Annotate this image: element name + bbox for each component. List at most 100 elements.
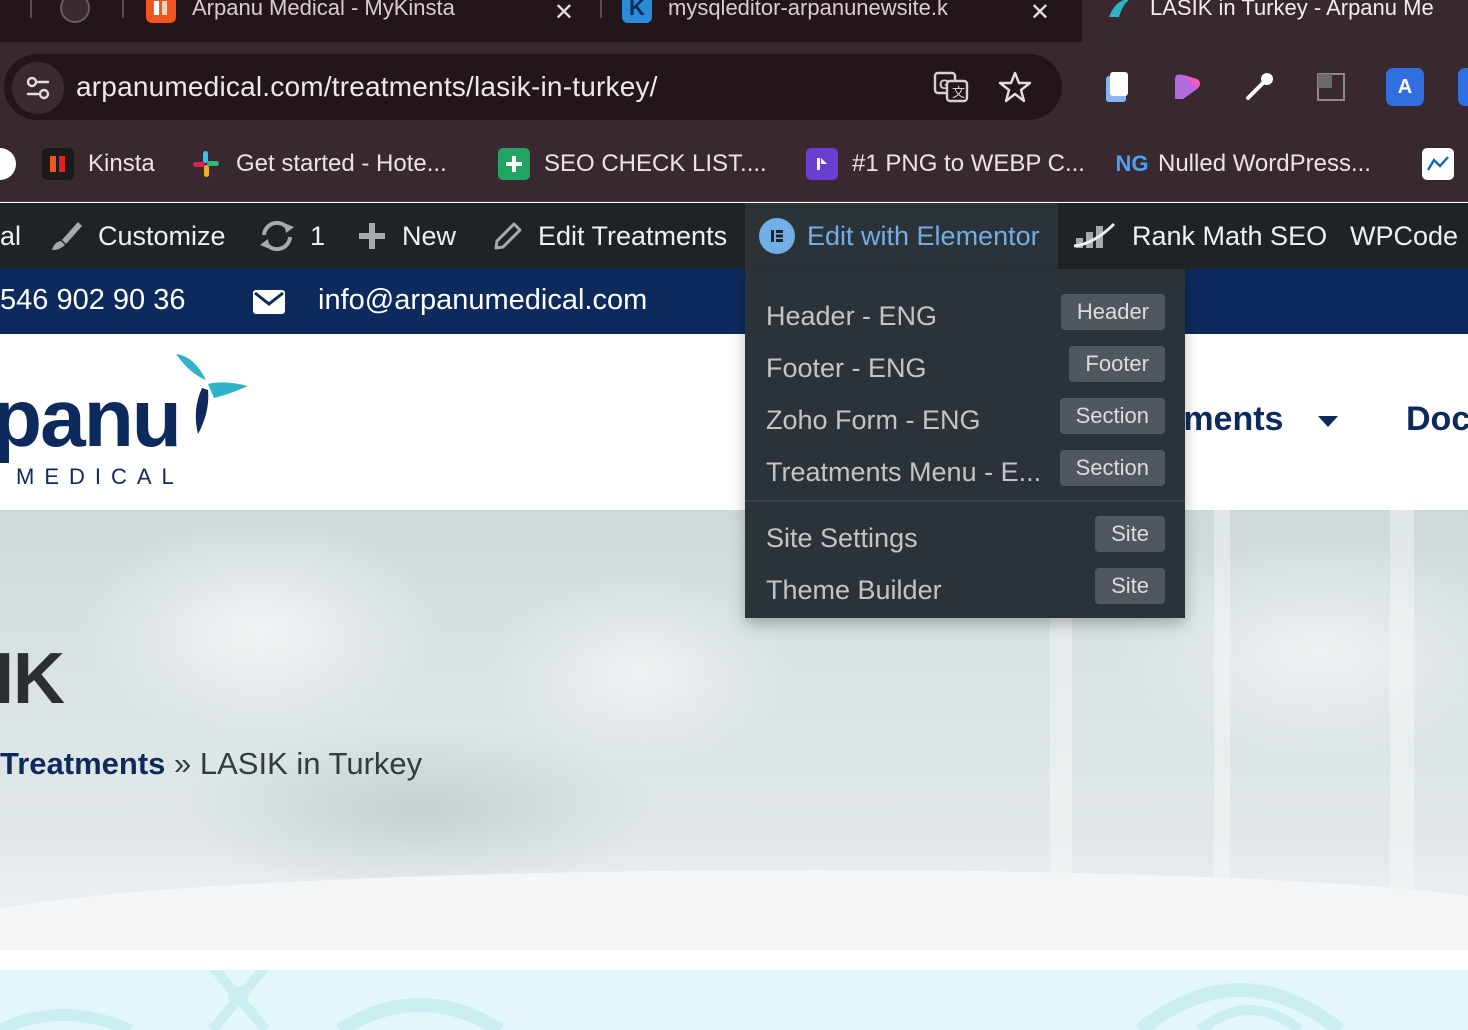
menu-item-label: Site Settings — [766, 523, 918, 553]
hero-background-detail — [1390, 510, 1414, 910]
bookmark-png-webp[interactable]: #1 PNG to WEBP C... — [806, 146, 1085, 182]
bookmark-label: Nulled WordPress... — [1158, 150, 1371, 177]
admin-bar-edit-treatments[interactable]: Edit Treatments — [492, 203, 727, 269]
next-section — [0, 970, 1468, 1030]
chevron-down-icon[interactable] — [1318, 416, 1338, 427]
decorative-pattern-icon — [0, 970, 1345, 1030]
bookmark-label: Kinsta — [88, 150, 155, 177]
menu-item-theme-builder[interactable]: Theme Builder Site — [745, 563, 1185, 615]
tab-mykinsta[interactable]: Arpanu Medical - MyKinsta ✕ — [146, 0, 586, 38]
pencil-icon — [492, 220, 524, 252]
wp-admin-bar: al Customize 1 New Edit Treatments Edit … — [0, 203, 1468, 269]
admin-bar-customize[interactable]: Customize — [48, 203, 226, 269]
phone-number[interactable]: 546 902 90 36 — [0, 284, 185, 317]
updates-count: 1 — [310, 220, 326, 251]
font-extension-icon[interactable]: A — [1386, 68, 1424, 106]
tab-title: mysqleditor-arpanunewsite.k — [668, 0, 949, 20]
eyedropper-icon[interactable] — [1240, 68, 1278, 106]
bookmark-slack[interactable]: Get started - Hote... — [190, 146, 447, 182]
bookmark-star-icon[interactable] — [996, 68, 1034, 106]
tab-partial-icon[interactable] — [60, 0, 100, 38]
paintbrush-icon — [48, 218, 84, 254]
kinsta-icon — [42, 148, 74, 180]
arpanu-icon — [1104, 0, 1134, 23]
site-contact-bar: 546 902 90 36 info@arpanumedical.com — [0, 269, 1468, 334]
section-gap — [0, 950, 1468, 970]
site-header: panu MEDICAL tments Doc — [0, 334, 1468, 510]
extension-shape-icon[interactable] — [1168, 68, 1206, 106]
page-hero: IK Treatments » LASIK in Turkey — [0, 510, 1468, 950]
plus-icon — [356, 220, 388, 252]
new-label: New — [402, 220, 457, 251]
tab-mysqleditor[interactable]: K mysqleditor-arpanunewsite.k ✕ — [622, 0, 1062, 38]
menu-item-treatments-menu[interactable]: Treatments Menu - E... Section — [745, 445, 1185, 497]
admin-bar-wpcode[interactable]: WPCode — [1350, 203, 1458, 269]
chart-icon — [1422, 148, 1454, 180]
converter-icon — [806, 148, 838, 180]
bookmark-seo-checklist[interactable]: SEO CHECK LIST.... — [498, 146, 767, 182]
menu-item-footer-eng[interactable]: Footer - ENG Footer — [745, 341, 1185, 393]
bookmark-nulled-wordpress[interactable]: NG Nulled WordPress... — [1114, 146, 1371, 182]
breadcrumb-link-treatments[interactable]: Treatments — [0, 746, 165, 781]
envelope-icon — [252, 289, 286, 320]
tab-separator — [30, 0, 32, 18]
nav-treatments[interactable]: tments — [1172, 400, 1283, 439]
bookmark-label: #1 PNG to WEBP C... — [852, 150, 1085, 177]
admin-bar-updates[interactable]: 1 — [258, 203, 325, 269]
bookmark-kinsta[interactable]: Kinsta — [42, 146, 155, 182]
svg-text:文: 文 — [952, 86, 965, 101]
menu-item-site-settings[interactable]: Site Settings Site — [745, 511, 1185, 563]
loading-icon — [60, 0, 90, 23]
template-type-badge: Section — [1059, 398, 1165, 434]
url-text[interactable]: arpanumedical.com/treatments/lasik-in-tu… — [76, 71, 658, 103]
edit-with-elementor-label: Edit with Elementor — [807, 220, 1040, 251]
breadcrumb: Treatments » LASIK in Turkey — [0, 746, 422, 782]
close-tab-icon[interactable]: ✕ — [1030, 0, 1050, 27]
admin-bar-new[interactable]: New — [356, 203, 456, 269]
menu-item-label: Treatments Menu - E... — [766, 457, 1042, 487]
bookmark-analytics[interactable] — [1422, 146, 1468, 182]
extension-docs-icon[interactable] — [1098, 68, 1136, 106]
breadcrumb-separator: » — [165, 746, 200, 781]
kinsta-icon — [146, 0, 176, 23]
customize-label: Customize — [98, 220, 226, 251]
site-name-label: al — [0, 220, 22, 251]
menu-item-header-eng[interactable]: Header - ENG Header — [745, 289, 1185, 341]
admin-bar-edit-with-elementor[interactable]: Edit with Elementor — [745, 203, 1058, 269]
logo-subtitle: MEDICAL — [16, 464, 184, 489]
site-badge: Site — [1095, 568, 1165, 604]
extension-partial-icon[interactable] — [1458, 68, 1468, 106]
browser-toolbar: arpanumedical.com/treatments/lasik-in-tu… — [0, 42, 1468, 128]
menu-item-label: Header - ENG — [766, 301, 938, 331]
rank-math-icon — [1072, 220, 1118, 252]
tab-lasik[interactable]: LASIK in Turkey - Arpanu Me — [1104, 0, 1468, 38]
ruler-extension-icon[interactable] — [1312, 68, 1350, 106]
nav-doctors[interactable]: Doc — [1406, 400, 1468, 439]
hero-background-detail — [1214, 510, 1230, 910]
menu-item-zoho-form-eng[interactable]: Zoho Form - ENG Section — [745, 393, 1185, 445]
template-type-badge: Footer — [1069, 346, 1165, 382]
wpcode-label: WPCode — [1350, 220, 1459, 251]
site-info-button[interactable] — [12, 62, 64, 114]
menu-divider — [745, 500, 1185, 502]
bookmark-partial[interactable] — [0, 146, 30, 182]
menu-item-label: Theme Builder — [766, 575, 942, 605]
address-bar[interactable]: arpanumedical.com/treatments/lasik-in-tu… — [4, 54, 1062, 120]
menu-item-label: Footer - ENG — [766, 353, 927, 383]
site-badge: Site — [1095, 516, 1165, 552]
elementor-dropdown-menu: Header - ENG Header Footer - ENG Footer … — [745, 269, 1185, 618]
elementor-icon — [759, 218, 795, 254]
edit-treatments-label: Edit Treatments — [538, 220, 728, 251]
admin-bar-site-name[interactable]: al — [0, 203, 21, 269]
bookmarks-bar: Kinsta Get started - Hote... SEO CHECK L… — [0, 128, 1468, 202]
sheets-icon — [498, 148, 530, 180]
admin-bar-rank-math[interactable]: Rank Math SEO — [1072, 203, 1327, 269]
menu-item-label: Zoho Form - ENG — [766, 405, 981, 435]
tab-separator — [600, 0, 602, 18]
tab-title: Arpanu Medical - MyKinsta — [192, 0, 455, 20]
template-type-badge: Header — [1060, 294, 1165, 330]
close-tab-icon[interactable]: ✕ — [554, 0, 574, 27]
translate-icon[interactable]: G 文 — [932, 68, 970, 106]
email-link[interactable]: info@arpanumedical.com — [318, 284, 647, 317]
slack-icon — [190, 148, 222, 180]
